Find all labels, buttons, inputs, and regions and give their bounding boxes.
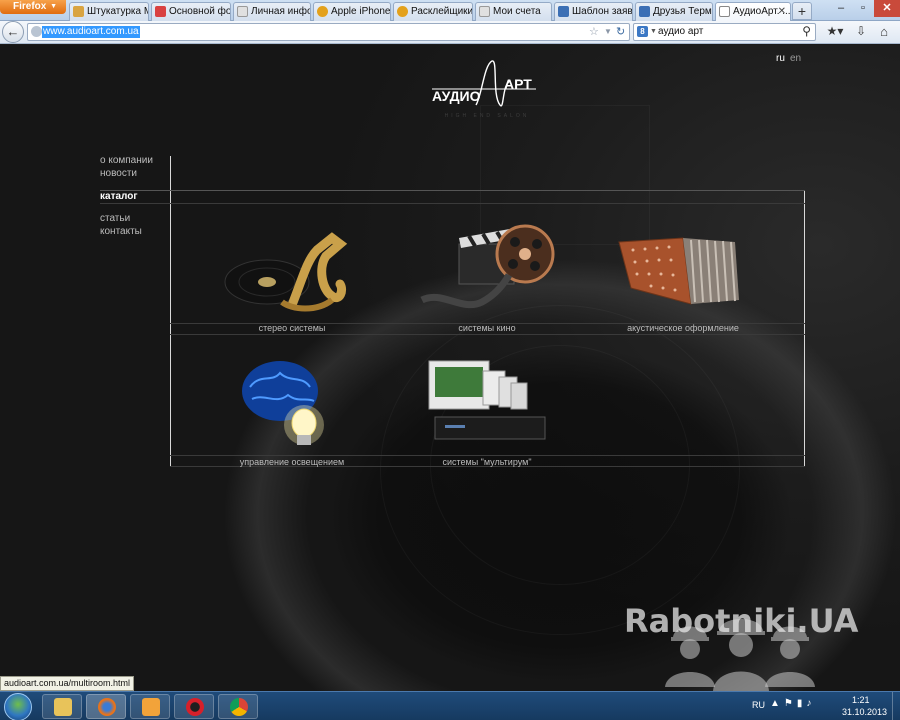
category-stereo-label: стерео системы <box>258 323 326 333</box>
new-tab-button[interactable]: + <box>792 2 812 20</box>
history-dropdown-icon[interactable]: ▼ <box>604 27 612 36</box>
site-favicon-icon <box>317 6 328 17</box>
media-player-icon <box>142 698 160 716</box>
site-favicon-icon <box>73 6 84 17</box>
clock-time[interactable]: 1:21 <box>852 695 870 705</box>
catalog-divider-top <box>100 190 805 191</box>
windows-taskbar: RU ▲⚑▮♪ 1:21 31.10.2013 <box>0 691 900 720</box>
category-cinema[interactable]: системы кино <box>387 215 587 335</box>
close-window-button[interactable]: ✕ <box>874 0 900 17</box>
show-desktop-button[interactable] <box>892 692 900 720</box>
page-favicon-icon <box>479 6 490 17</box>
folder-icon <box>54 698 72 716</box>
taskbar-chrome[interactable] <box>218 694 258 719</box>
film-reel-clapper-icon <box>420 224 555 309</box>
chevron-down-icon[interactable]: ▼ <box>650 28 657 35</box>
taskbar-media-player[interactable] <box>130 694 170 719</box>
site-favicon-icon <box>639 6 650 17</box>
nav-item-articles[interactable]: статьи <box>100 213 130 224</box>
search-bar[interactable]: 8 ▼ аудио арт ⚲ <box>633 23 816 41</box>
category-lighting-label: управление освещением <box>239 457 345 467</box>
search-icon[interactable]: ⚲ <box>802 24 811 38</box>
reload-icon[interactable]: ↻ <box>616 25 625 38</box>
watermark-text: Rabotniki.UA <box>624 602 859 640</box>
chrome-icon <box>230 698 248 716</box>
firefox-menu-button[interactable]: Firefox ▼ <box>0 0 66 14</box>
clock-date[interactable]: 31.10.2013 <box>842 707 887 717</box>
tab-lichnaya[interactable]: Личная инфо... <box>233 2 311 21</box>
site-favicon-icon <box>719 6 730 17</box>
tab-bar: Firefox ▼ Штукатурка М... Основной фо...… <box>0 0 900 22</box>
grid-right-border <box>804 191 805 467</box>
close-tab-icon[interactable]: ✕ <box>778 3 786 20</box>
acoustic-panels-icon <box>618 237 739 305</box>
tab-title: Личная инфо... <box>251 6 310 17</box>
download-icon[interactable]: ⇩ <box>852 23 870 41</box>
logo-text-right: АРТ <box>504 76 532 92</box>
tab-apple-iphone[interactable]: Apple iPhone ... <box>313 2 391 21</box>
firefox-icon <box>98 698 116 716</box>
site-favicon-icon <box>155 6 166 17</box>
tab-druzya[interactable]: Друзья Термо... <box>635 2 713 21</box>
tab-title: Основной фо... <box>169 6 231 17</box>
site-favicon-icon <box>558 6 569 17</box>
chevron-down-icon: ▼ <box>50 3 57 10</box>
category-multiroom-label: системы "мультирум" <box>442 457 532 467</box>
language-ru-link[interactable]: ru <box>776 53 785 64</box>
language-en-link[interactable]: en <box>790 53 801 64</box>
maximize-button[interactable]: ▫ <box>852 0 874 17</box>
system-tray-icons[interactable]: ▲⚑▮♪ <box>770 698 815 709</box>
keyboard-language-indicator[interactable]: RU <box>752 700 765 710</box>
url-text[interactable]: www.audioart.com.ua <box>42 26 140 38</box>
nav-item-about[interactable]: о компании <box>100 155 153 166</box>
bookmarks-menu-icon[interactable]: ★▾ <box>822 23 848 41</box>
nav-item-contacts[interactable]: контакты <box>100 226 142 237</box>
tab-title: Шаблон заявл... <box>572 6 633 17</box>
catalog-divider-bottom <box>100 203 805 204</box>
taskbar-firefox[interactable] <box>86 694 126 719</box>
site-favicon-icon <box>397 6 408 17</box>
tab-moi-scheta[interactable]: Мои счета <box>475 2 552 21</box>
tab-osnovnoy[interactable]: Основной фо... <box>151 2 231 21</box>
logo-text-left: АУДИО <box>432 88 481 104</box>
home-icon[interactable]: ⌂ <box>874 23 894 41</box>
tab-title: Мои счета <box>493 6 541 17</box>
tab-title: Друзья Термо... <box>653 6 712 17</box>
search-engine-icon[interactable]: 8 <box>637 26 648 37</box>
firefox-menu-label: Firefox <box>13 1 47 12</box>
page-viewport: ru en АУДИО АРТ HIGH END SALON о компани… <box>0 45 900 691</box>
category-cinema-label: системы кино <box>458 323 516 333</box>
tab-title: Расклейщики... <box>411 6 473 17</box>
url-bar[interactable]: www.audioart.com.ua ☆ ▼ ↻ <box>27 23 630 41</box>
windows-start-button[interactable] <box>4 693 32 720</box>
status-bar-link: audioart.com.ua/multiroom.html <box>0 676 135 691</box>
bookmark-star-icon[interactable]: ☆ <box>589 25 599 38</box>
multiroom-screens-icon <box>428 360 546 440</box>
tab-shtukaturka[interactable]: Штукатурка М... <box>69 2 149 21</box>
category-stereo[interactable]: стерео системы <box>192 215 392 335</box>
taskbar-explorer[interactable] <box>42 694 82 719</box>
page-favicon-icon <box>237 6 248 17</box>
search-input[interactable]: аудио арт <box>658 26 703 37</box>
category-acoustic-label: акустическое оформление <box>627 323 739 333</box>
tab-title: Apple iPhone ... <box>331 6 391 17</box>
vinyl-saxophone-icon <box>224 232 348 312</box>
nav-item-news[interactable]: новости <box>100 168 137 179</box>
tab-shablon[interactable]: Шаблон заявл... <box>554 2 633 21</box>
logo-tagline: HIGH END SALON <box>444 113 530 119</box>
tab-rasklejshiki[interactable]: Расклейщики... <box>393 2 473 21</box>
nav-item-catalog[interactable]: каталог <box>100 191 138 202</box>
taskbar-opera[interactable] <box>174 694 214 719</box>
category-acoustic[interactable]: акустическое оформление <box>583 215 783 335</box>
tab-audioart[interactable]: АудиоАрт. ... ✕ <box>715 2 791 22</box>
back-button[interactable]: ← <box>2 21 24 43</box>
category-multiroom[interactable]: системы "мультирум" <box>387 347 587 467</box>
navigation-toolbar: ← www.audioart.com.ua ☆ ▼ ↻ 8 ▼ аудио ар… <box>0 21 900 44</box>
minimize-button[interactable]: – <box>830 0 852 17</box>
tab-title: Штукатурка М... <box>87 6 148 17</box>
opera-icon <box>186 698 204 716</box>
globe-icon <box>31 26 42 37</box>
brain-lightbulb-icon <box>242 361 324 445</box>
category-lighting[interactable]: управление освещением <box>192 347 392 467</box>
